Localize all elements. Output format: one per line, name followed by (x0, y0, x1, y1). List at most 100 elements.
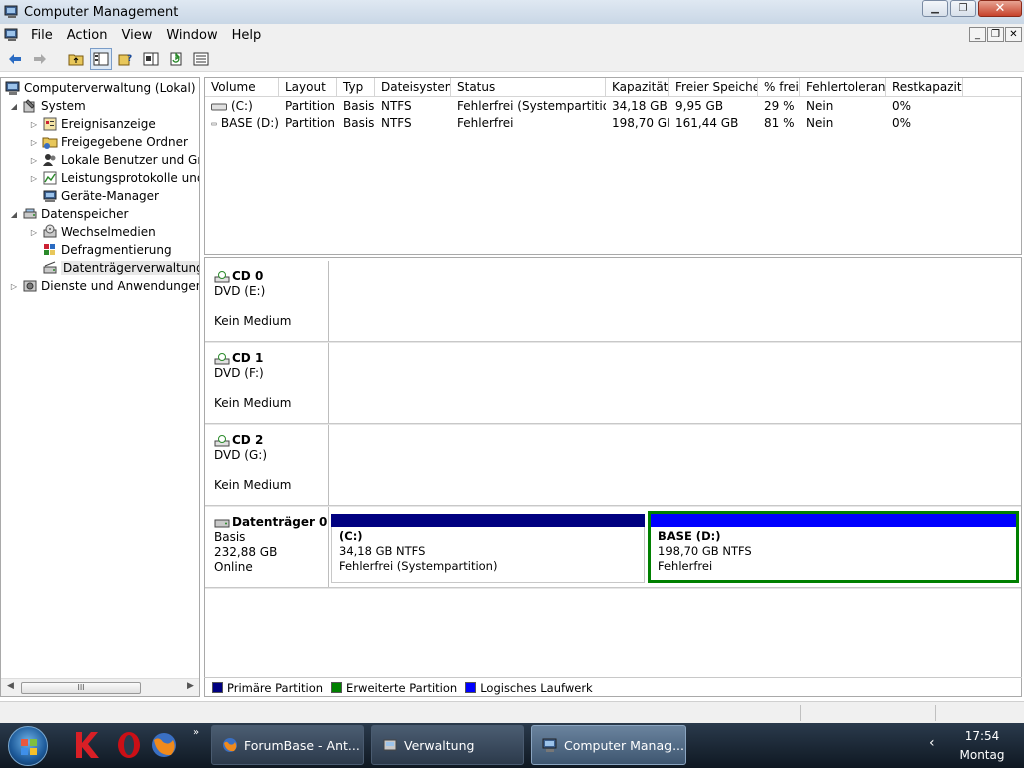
menu-file[interactable]: File (26, 28, 62, 43)
expand-icon[interactable]: ▷ (29, 120, 39, 129)
collapse-icon[interactable]: ◢ (9, 210, 19, 219)
back-button[interactable] (4, 48, 26, 70)
quicklaunch-kaspersky[interactable] (72, 730, 102, 760)
tree-item-ereignisanzeige[interactable]: ▷ Ereignisanzeige (29, 115, 156, 133)
expand-icon[interactable]: ▷ (29, 174, 39, 183)
tree-item-geraete-manager[interactable]: Geräte-Manager (42, 187, 159, 205)
minimize-button[interactable]: ▁ (922, 0, 948, 17)
expand-icon[interactable]: ▷ (29, 156, 39, 165)
column-header-kapazitaet[interactable]: Kapazität (606, 78, 669, 97)
drive-icon (211, 122, 217, 125)
system-menu-icon[interactable] (4, 28, 20, 42)
tree-item-lokale-benutzer[interactable]: ▷ Lokale Benutzer und Grup (29, 151, 199, 169)
task-verwaltung[interactable]: Verwaltung (371, 725, 524, 765)
column-header-dateisystem[interactable]: Dateisystem (375, 78, 451, 97)
column-header-freier-speicher[interactable]: Freier Speicher (669, 78, 758, 97)
menu-window[interactable]: Window (161, 28, 226, 43)
disk-name: CD 1 (232, 351, 264, 365)
tree-item-datentraegerverwaltung[interactable]: Datenträgerverwaltung (42, 259, 199, 277)
cell-kapazitaet: 34,18 GB (612, 99, 668, 113)
menu-help[interactable]: Help (227, 28, 271, 43)
cell-typ: Basis (343, 116, 375, 130)
tree-horizontal-scrollbar[interactable]: ◀ III ▶ (1, 678, 199, 696)
tree-item-wechselmedien[interactable]: ▷ Wechselmedien (29, 223, 156, 241)
start-button[interactable] (8, 726, 48, 766)
forward-button[interactable] (29, 48, 51, 70)
close-button[interactable]: ✕ (978, 0, 1022, 17)
scroll-right-icon[interactable]: ▶ (187, 681, 194, 691)
column-header-layout[interactable]: Layout (279, 78, 337, 97)
menu-action[interactable]: Action (62, 28, 117, 43)
volume-name: (C:) (231, 99, 253, 113)
console-tree[interactable]: Computerverwaltung (Lokal) ◢ System ▷ Er… (0, 77, 200, 697)
legend-item-primary: Primäre Partition (210, 681, 323, 695)
child-minimize-button[interactable]: _ (969, 27, 986, 42)
tree-item-datenspeicher[interactable]: ◢ Datenspeicher (9, 205, 128, 223)
firefox-icon (223, 738, 237, 752)
expand-icon[interactable]: ▷ (9, 282, 19, 291)
column-header-fehlertoleranz[interactable]: Fehlertoleranz (800, 78, 886, 97)
column-header-volume[interactable]: Volume (205, 78, 279, 97)
tree-item-system[interactable]: ◢ System (9, 97, 86, 115)
maximize-button[interactable]: ❐ (950, 0, 976, 17)
scroll-left-icon[interactable]: ◀ (7, 681, 14, 691)
admin-tools-icon (383, 739, 397, 751)
event-viewer-icon (43, 117, 57, 131)
disk-label-cd2[interactable]: CD 2 DVD (G:) Kein Medium (206, 425, 329, 506)
tree-item-defragmentierung[interactable]: Defragmentierung (42, 241, 172, 259)
disk-map[interactable]: CD 0 DVD (E:) Kein Medium CD 1 DVD (F:) … (204, 257, 1022, 697)
tree-label: Lokale Benutzer und Grup (61, 153, 199, 167)
task-label: Computer Manag... (564, 737, 684, 753)
show-hidden-icons-icon[interactable]: ‹ (929, 735, 935, 751)
partition-c[interactable]: (C:) 34,18 GB NTFS Fehlerfrei (Systempar… (331, 514, 645, 583)
collapse-icon[interactable]: ◢ (9, 102, 19, 111)
tree-item-leistungsprotokolle[interactable]: ▷ Leistungsprotokolle und W (29, 169, 199, 187)
computer-management-icon (4, 5, 18, 18)
partition-name: BASE (D:) (658, 529, 721, 543)
task-computer-management[interactable]: Computer Manag... (531, 725, 686, 765)
properties-button[interactable] (190, 48, 212, 70)
child-restore-button[interactable]: ❐ (987, 27, 1004, 42)
window-title: Computer Management (24, 4, 179, 20)
menu-view[interactable]: View (116, 28, 161, 43)
column-header-status[interactable]: Status (451, 78, 606, 97)
expand-icon[interactable]: ▷ (29, 138, 39, 147)
tree-item-dienste-und-anwendungen[interactable]: ▷ Dienste und Anwendungen (9, 277, 199, 295)
tree-label: Ereignisanzeige (61, 117, 156, 131)
expand-icon[interactable]: ▷ (29, 228, 39, 237)
title-bar[interactable]: Computer Management ▁ ❐ ✕ (0, 0, 1024, 24)
cell-status: Fehlerfrei (Systempartition) (457, 99, 606, 113)
up-one-level-button[interactable] (65, 48, 87, 70)
console-tree-icon (93, 52, 109, 65)
task-forumbase[interactable]: ForumBase - Ant... (211, 725, 364, 765)
child-close-button[interactable]: ✕ (1005, 27, 1022, 42)
quicklaunch-opera[interactable] (114, 730, 144, 760)
disk-label-disk0[interactable]: Datenträger 0 Basis 232,88 GB Online (206, 507, 329, 588)
column-header-prozent-frei[interactable]: % frei (758, 78, 800, 97)
table-row[interactable]: BASE (D:) Partition Basis NTFS Fehlerfre… (205, 115, 1021, 132)
tree-item-computerverwaltung[interactable]: Computerverwaltung (Lokal) (5, 79, 196, 97)
table-row[interactable]: (C:) Partition Basis NTFS Fehlerfrei (Sy… (205, 98, 1021, 115)
show-action-pane-button[interactable] (140, 48, 162, 70)
tree-item-freigegebene-ordner[interactable]: ▷ Freigegebene Ordner (29, 133, 188, 151)
help-topic-button[interactable]: ? (115, 48, 137, 70)
disk-label-cd1[interactable]: CD 1 DVD (F:) Kein Medium (206, 343, 329, 424)
column-header-typ[interactable]: Typ (337, 78, 375, 97)
quicklaunch-firefox[interactable] (149, 730, 179, 760)
scroll-thumb[interactable]: III (21, 682, 141, 694)
cell-restkapazitaet: 0% (892, 116, 912, 130)
services-icon (23, 280, 37, 292)
partition-d[interactable]: BASE (D:) 198,70 GB NTFS Fehlerfrei (648, 511, 1019, 583)
clock[interactable]: 17:54 Montag (952, 727, 1012, 765)
help-icon: ? (118, 54, 132, 65)
show-hide-tree-button[interactable] (90, 47, 112, 70)
disk-label-cd0[interactable]: CD 0 DVD (E:) Kein Medium (206, 261, 329, 342)
refresh-button[interactable] (165, 48, 187, 70)
partition-type-bar (331, 514, 645, 527)
volume-list[interactable]: Volume Layout Typ Dateisystem Status Kap… (204, 77, 1022, 255)
disk-line2 (214, 463, 328, 478)
windows-logo-icon (21, 739, 37, 755)
computer-management-icon (542, 738, 557, 752)
quicklaunch-more-icon[interactable]: » (193, 727, 199, 738)
column-header-restkapazitaet[interactable]: Restkapazität (886, 78, 963, 97)
